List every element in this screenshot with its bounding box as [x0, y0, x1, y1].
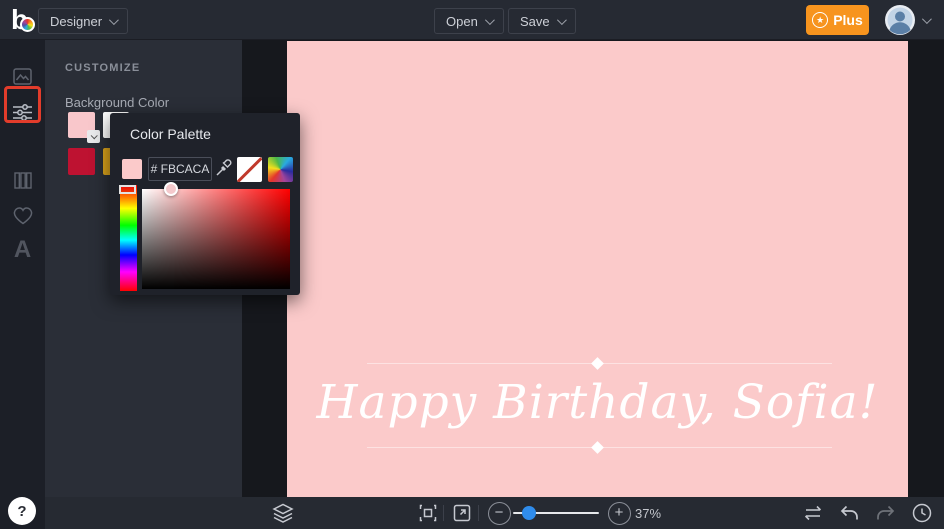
sidebar-item-customize[interactable] [0, 94, 45, 130]
columns-icon [13, 171, 32, 189]
decor-diamond-bottom [591, 441, 604, 454]
color-picker-handle[interactable] [164, 182, 178, 196]
adjust-sliders-icon [13, 103, 32, 121]
sidebar-item-favorites[interactable] [0, 198, 45, 234]
swatch-pink[interactable] [68, 112, 100, 143]
redo-icon [876, 505, 894, 520]
sidebar-item-text[interactable]: A [0, 232, 45, 268]
fit-to-screen-icon [419, 504, 437, 522]
redo-button[interactable] [869, 497, 901, 529]
no-color-option[interactable] [237, 157, 262, 182]
befunky-logo-icon[interactable]: b [11, 4, 41, 36]
user-avatar[interactable] [884, 4, 916, 36]
zoom-level-label: 37% [635, 505, 662, 521]
chevron-down-icon [484, 14, 495, 25]
chevron-down-icon [108, 14, 119, 25]
minus-icon: − [487, 501, 511, 525]
current-color-swatch[interactable] [122, 159, 142, 179]
canvas-text[interactable]: Happy Birthday, Sofia! [287, 375, 908, 430]
heart-icon [13, 207, 32, 225]
zoom-out-button[interactable]: − [485, 501, 513, 525]
hex-color-input[interactable]: # FBCACA [148, 157, 212, 181]
rainbow-color-option[interactable] [268, 157, 293, 182]
swap-arrows-icon [804, 505, 822, 521]
layers-button[interactable] [267, 497, 299, 529]
popup-title: Color Palette [130, 126, 211, 142]
resize-icon [453, 504, 471, 522]
zoom-in-button[interactable]: + [605, 501, 633, 525]
plus-upgrade-button[interactable]: ★ Plus [806, 5, 869, 35]
swatch-selected-badge [87, 130, 100, 143]
tools-sidebar: A [0, 40, 45, 529]
help-button[interactable]: ? [8, 497, 36, 525]
hue-slider[interactable] [119, 185, 137, 291]
history-button[interactable] [906, 497, 938, 529]
plus-icon: + [607, 501, 631, 525]
swatch-crimson[interactable] [68, 148, 95, 175]
zoom-slider[interactable] [513, 506, 599, 520]
undo-button[interactable] [833, 497, 865, 529]
saturation-value-picker[interactable] [142, 182, 290, 289]
background-color-label: Background Color [65, 95, 170, 110]
top-bar: b Designer Open Save ★ Plus [0, 0, 944, 40]
fit-to-screen-button[interactable] [413, 497, 443, 529]
design-canvas[interactable]: Happy Birthday, Sofia! [287, 41, 908, 497]
resize-button[interactable] [447, 497, 477, 529]
designer-menu-button[interactable]: Designer [38, 8, 129, 34]
color-wheel-icon [20, 17, 35, 32]
save-button[interactable]: Save [508, 8, 576, 34]
zoom-slider-knob[interactable] [522, 506, 536, 520]
sidebar-item-photos[interactable] [0, 58, 45, 94]
star-icon: ★ [812, 12, 829, 28]
hue-slider-handle[interactable] [119, 185, 136, 194]
panel-title: CUSTOMIZE [65, 62, 141, 74]
designer-app: Happy Birthday, Sofia! b Designer Open S… [0, 0, 944, 529]
layers-icon [272, 503, 294, 523]
decor-diamond-top [591, 357, 604, 370]
sidebar-item-layouts[interactable] [0, 162, 45, 198]
chevron-down-icon [556, 14, 567, 25]
image-icon [13, 67, 32, 85]
open-button[interactable]: Open [434, 8, 504, 34]
text-icon: A [13, 236, 32, 263]
eyedropper-icon[interactable] [215, 159, 233, 182]
color-palette-popup: Color Palette # FBCACA [110, 113, 300, 295]
history-clock-icon [912, 503, 932, 523]
bottom-toolbar: − + 37% [45, 497, 944, 529]
compare-button[interactable] [797, 497, 829, 529]
avatar-chevron-icon[interactable] [921, 14, 932, 25]
undo-icon [840, 505, 858, 520]
